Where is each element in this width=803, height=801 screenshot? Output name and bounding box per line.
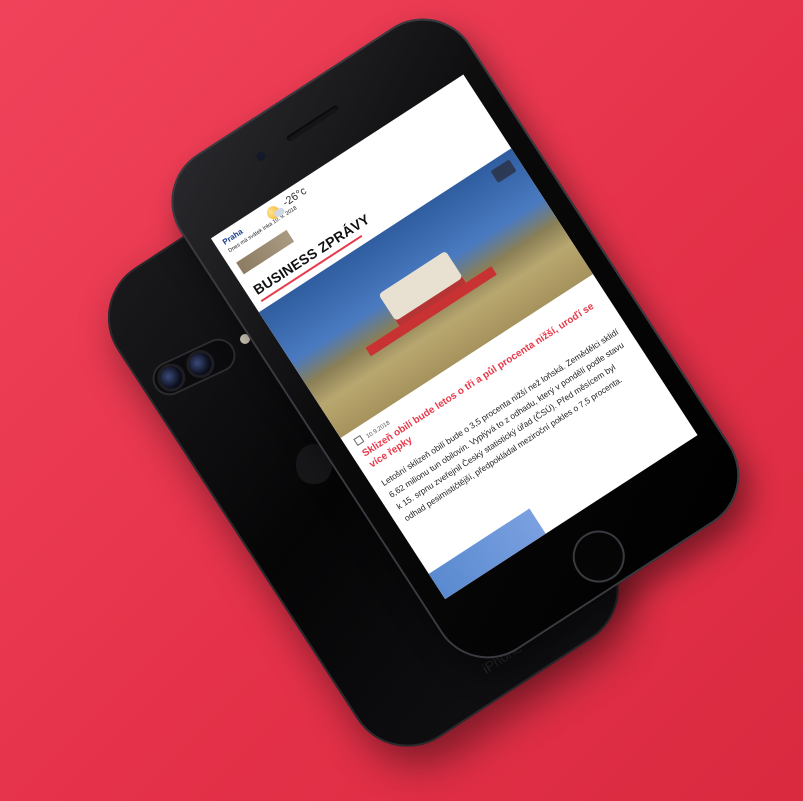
image-badge-icon (490, 159, 517, 184)
camera-lens-icon (156, 362, 186, 393)
speaker-icon (285, 104, 340, 143)
calendar-icon (353, 434, 365, 447)
bottom-image[interactable] (428, 508, 546, 600)
home-button[interactable] (562, 520, 635, 593)
front-camera-icon (254, 150, 268, 163)
camera-lens-icon (185, 349, 215, 379)
stage: iPhone Praha Dnes má svátek Inka 10. 9. … (0, 0, 803, 801)
